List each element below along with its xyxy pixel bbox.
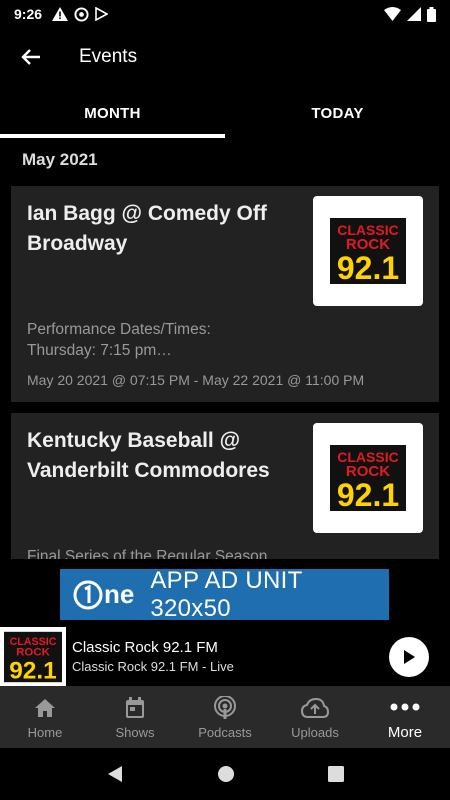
event-card[interactable]: Kentucky Baseball @ Vanderbilt Commodore… [11, 413, 439, 559]
nav-uploads[interactable]: Uploads [270, 686, 360, 748]
one-brand-logo: ne [72, 579, 134, 611]
system-back-icon[interactable] [106, 765, 124, 783]
podcast-icon [214, 695, 236, 719]
play-button[interactable] [389, 637, 429, 677]
signal-icon [407, 7, 421, 21]
event-thumbnail: CLASSIC ROCK 92.1 [313, 196, 423, 306]
home-icon [35, 698, 55, 717]
wifi-icon [384, 7, 401, 21]
event-dates: May 20 2021 @ 07:15 PM - May 22 2021 @ 1… [27, 372, 365, 388]
cloud-upload-icon [301, 697, 329, 718]
play-store-icon [95, 7, 109, 21]
svg-text:92.1: 92.1 [9, 657, 57, 683]
alert-icon [52, 7, 69, 21]
nav-shows[interactable]: Shows [90, 686, 180, 748]
svg-text:92.1: 92.1 [337, 477, 399, 511]
status-time: 9:26 [14, 6, 43, 22]
system-recents-icon[interactable] [327, 766, 344, 782]
player-subtitle: Classic Rock 92.1 FM - Live [72, 659, 234, 674]
section-month-header: May 2021 [22, 150, 98, 169]
calendar-icon [126, 696, 144, 718]
event-title: Kentucky Baseball @ Vanderbilt Commodore… [27, 429, 270, 482]
classic-rock-logo: CLASSIC ROCK 92.1 [330, 218, 406, 284]
player-title: Classic Rock 92.1 FM [72, 639, 218, 656]
play-icon [404, 650, 415, 664]
event-thumbnail: CLASSIC ROCK 92.1 [313, 423, 423, 533]
nav-more-label: More [387, 723, 423, 741]
mini-player[interactable]: CLASSIC ROCK 92.1 Classic Rock 92.1 FM C… [0, 627, 450, 686]
tab-today[interactable]: TODAY [225, 88, 450, 138]
nav-podcasts-label: Podcasts [198, 724, 252, 740]
ad-banner[interactable]: ne APP AD UNIT 320x50 [60, 566, 389, 622]
more-dots-icon [390, 703, 420, 710]
nav-more[interactable]: More [360, 686, 450, 748]
nav-uploads-label: Uploads [291, 724, 339, 740]
page-title: Events [79, 46, 138, 67]
station-thumbnail: CLASSIC ROCK 92.1 [0, 627, 66, 686]
battery-icon [427, 6, 436, 22]
app-bar: Events [0, 28, 450, 86]
bottom-nav: Home Shows Podcasts Uploads More [0, 686, 450, 748]
arrow-back-icon [21, 49, 40, 65]
status-bar: 9:26 [0, 0, 450, 28]
ad-brand: ne [104, 579, 135, 609]
tab-bar: MONTH TODAY [0, 88, 450, 138]
system-nav-bar [0, 748, 450, 800]
event-title: Ian Bagg @ Comedy Off Broadway [27, 202, 267, 255]
one-logo-icon [73, 580, 103, 609]
event-card[interactable]: Ian Bagg @ Comedy Off Broadway CLASSIC R… [11, 186, 439, 402]
tab-month[interactable]: MONTH [0, 88, 225, 138]
svg-text:92.1: 92.1 [337, 250, 399, 284]
ad-text: APP AD UNIT 320x50 [150, 566, 303, 622]
back-button[interactable] [0, 28, 62, 86]
classic-rock-logo: CLASSIC ROCK 92.1 [4, 631, 62, 683]
system-home-icon[interactable] [217, 765, 235, 783]
nav-home-label: Home [27, 724, 63, 740]
nav-podcasts[interactable]: Podcasts [180, 686, 270, 748]
event-description: Final Series of the Regular Season [27, 548, 268, 559]
event-description: Performance Dates/Times: Thursday: 7:15 … [27, 321, 211, 359]
nav-shows-label: Shows [115, 724, 155, 740]
classic-rock-logo: CLASSIC ROCK 92.1 [330, 445, 406, 511]
nav-home[interactable]: Home [0, 686, 90, 748]
at-sign-icon [74, 6, 89, 22]
